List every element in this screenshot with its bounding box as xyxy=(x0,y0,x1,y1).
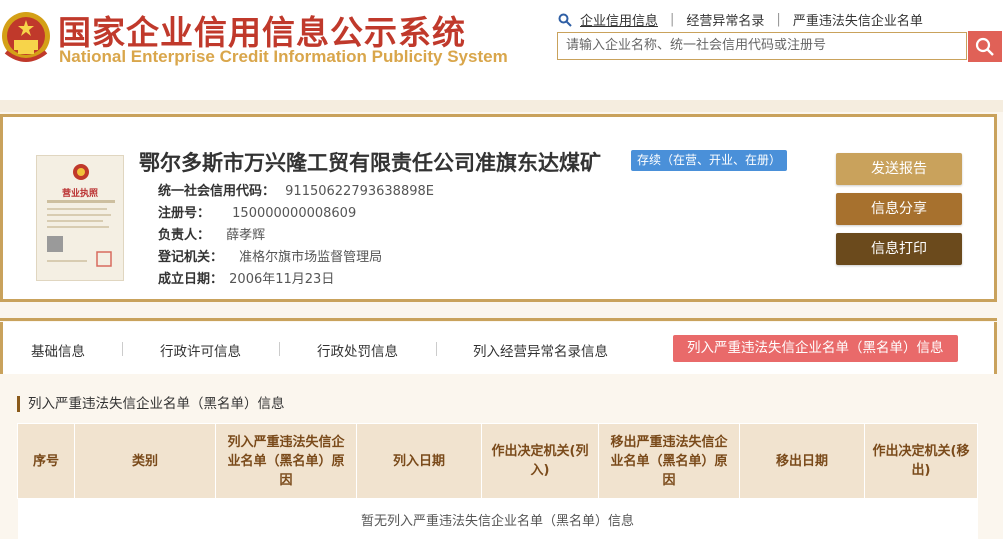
info-value: 薛孝辉 xyxy=(226,228,265,243)
search-button[interactable] xyxy=(968,31,1002,62)
search-input[interactable]: 请输入企业名称、统一社会信用代码或注册号 xyxy=(557,32,967,60)
business-license-image[interactable]: 营业执照 xyxy=(36,155,124,281)
table-row: 暂无列入严重违法失信企业名单（黑名单）信息 xyxy=(18,499,978,539)
info-label: 统一社会信用代码： xyxy=(158,184,275,199)
info-value: 2006年11月23日 xyxy=(229,272,334,287)
nav-separator: | xyxy=(776,12,780,27)
info-value: 150000000008609 xyxy=(232,206,356,221)
site-header: 国家企业信用信息公示系统 National Enterprise Credit … xyxy=(0,0,1003,100)
empty-message: 暂无列入严重违法失信企业名单（黑名单）信息 xyxy=(18,499,978,539)
tab-bar: 基础信息 行政许可信息 行政处罚信息 列入经营异常名录信息 列入严重违法失信企业… xyxy=(0,322,997,374)
info-label: 成立日期： xyxy=(158,272,223,287)
nav-link-abnormal-list[interactable]: 经营异常名录 xyxy=(686,10,764,29)
national-emblem-icon xyxy=(0,6,52,68)
print-info-button[interactable]: 信息打印 xyxy=(836,233,962,265)
header-divider xyxy=(0,100,1003,112)
license-title: 营业执照 xyxy=(37,186,123,199)
search-icon xyxy=(558,13,572,27)
site-subtitle: National Enterprise Credit Information P… xyxy=(59,47,508,67)
tab-abnormal-list[interactable]: 列入经营异常名录信息 xyxy=(473,340,608,360)
send-report-button[interactable]: 发送报告 xyxy=(836,153,962,185)
blacklist-table: 序号 类别 列入严重违法失信企业名单（黑名单）原因 列入日期 作出决定机关(列入… xyxy=(17,423,978,539)
column-header: 列入严重违法失信企业名单（黑名单）原因 xyxy=(216,424,357,499)
company-card: 营业执照 鄂尔多斯市万兴隆工贸有限责任公司准旗东达煤矿 存续（在营、开业、在册）… xyxy=(0,114,997,302)
company-name: 鄂尔多斯市万兴隆工贸有限责任公司准旗东达煤矿 xyxy=(139,147,601,177)
info-founded: 成立日期： 2006年11月23日 xyxy=(158,268,334,287)
panel-border xyxy=(0,318,997,321)
column-header: 作出决定机关(移出) xyxy=(865,424,978,499)
info-principal: 负责人： 薛孝辉 xyxy=(158,224,265,243)
info-credit-code: 统一社会信用代码： 91150622793638898E xyxy=(158,180,434,199)
info-label: 注册号： xyxy=(158,206,210,221)
tab-separator xyxy=(436,342,437,356)
search-icon xyxy=(975,37,995,57)
info-value: 91150622793638898E xyxy=(285,184,434,199)
tab-admin-license[interactable]: 行政许可信息 xyxy=(160,340,241,360)
section-title: 列入严重违法失信企业名单（黑名单）信息 xyxy=(17,396,285,412)
column-header: 移出严重违法失信企业名单（黑名单）原因 xyxy=(599,424,740,499)
nav-link-credit-info[interactable]: 企业信用信息 xyxy=(580,10,658,29)
tab-separator xyxy=(122,342,123,356)
column-header: 作出决定机关(列入) xyxy=(482,424,599,499)
top-nav: 企业信用信息 | 经营异常名录 | 严重违法失信企业名单 xyxy=(558,10,923,29)
column-header: 类别 xyxy=(75,424,216,499)
share-info-button[interactable]: 信息分享 xyxy=(836,193,962,225)
nav-separator: | xyxy=(670,12,674,27)
info-reg-number: 注册号： 150000000008609 xyxy=(158,202,356,221)
status-badge: 存续（在营、开业、在册） xyxy=(631,150,787,171)
column-header: 列入日期 xyxy=(357,424,482,499)
license-graphic xyxy=(37,156,125,282)
tab-blacklist[interactable]: 列入严重违法失信企业名单（黑名单）信息 xyxy=(673,335,958,362)
info-value: 准格尔旗市场监督管理局 xyxy=(239,250,382,265)
info-label: 登记机关： xyxy=(158,250,223,265)
nav-link-blacklist[interactable]: 严重违法失信企业名单 xyxy=(793,10,923,29)
tab-admin-penalty[interactable]: 行政处罚信息 xyxy=(317,340,398,360)
info-label: 负责人： xyxy=(158,228,210,243)
tab-basic-info[interactable]: 基础信息 xyxy=(31,340,85,360)
column-header: 序号 xyxy=(18,424,75,499)
info-authority: 登记机关： 准格尔旗市场监督管理局 xyxy=(158,246,382,265)
table-header-row: 序号 类别 列入严重违法失信企业名单（黑名单）原因 列入日期 作出决定机关(列入… xyxy=(18,424,978,499)
column-header: 移出日期 xyxy=(740,424,865,499)
tab-separator xyxy=(279,342,280,356)
